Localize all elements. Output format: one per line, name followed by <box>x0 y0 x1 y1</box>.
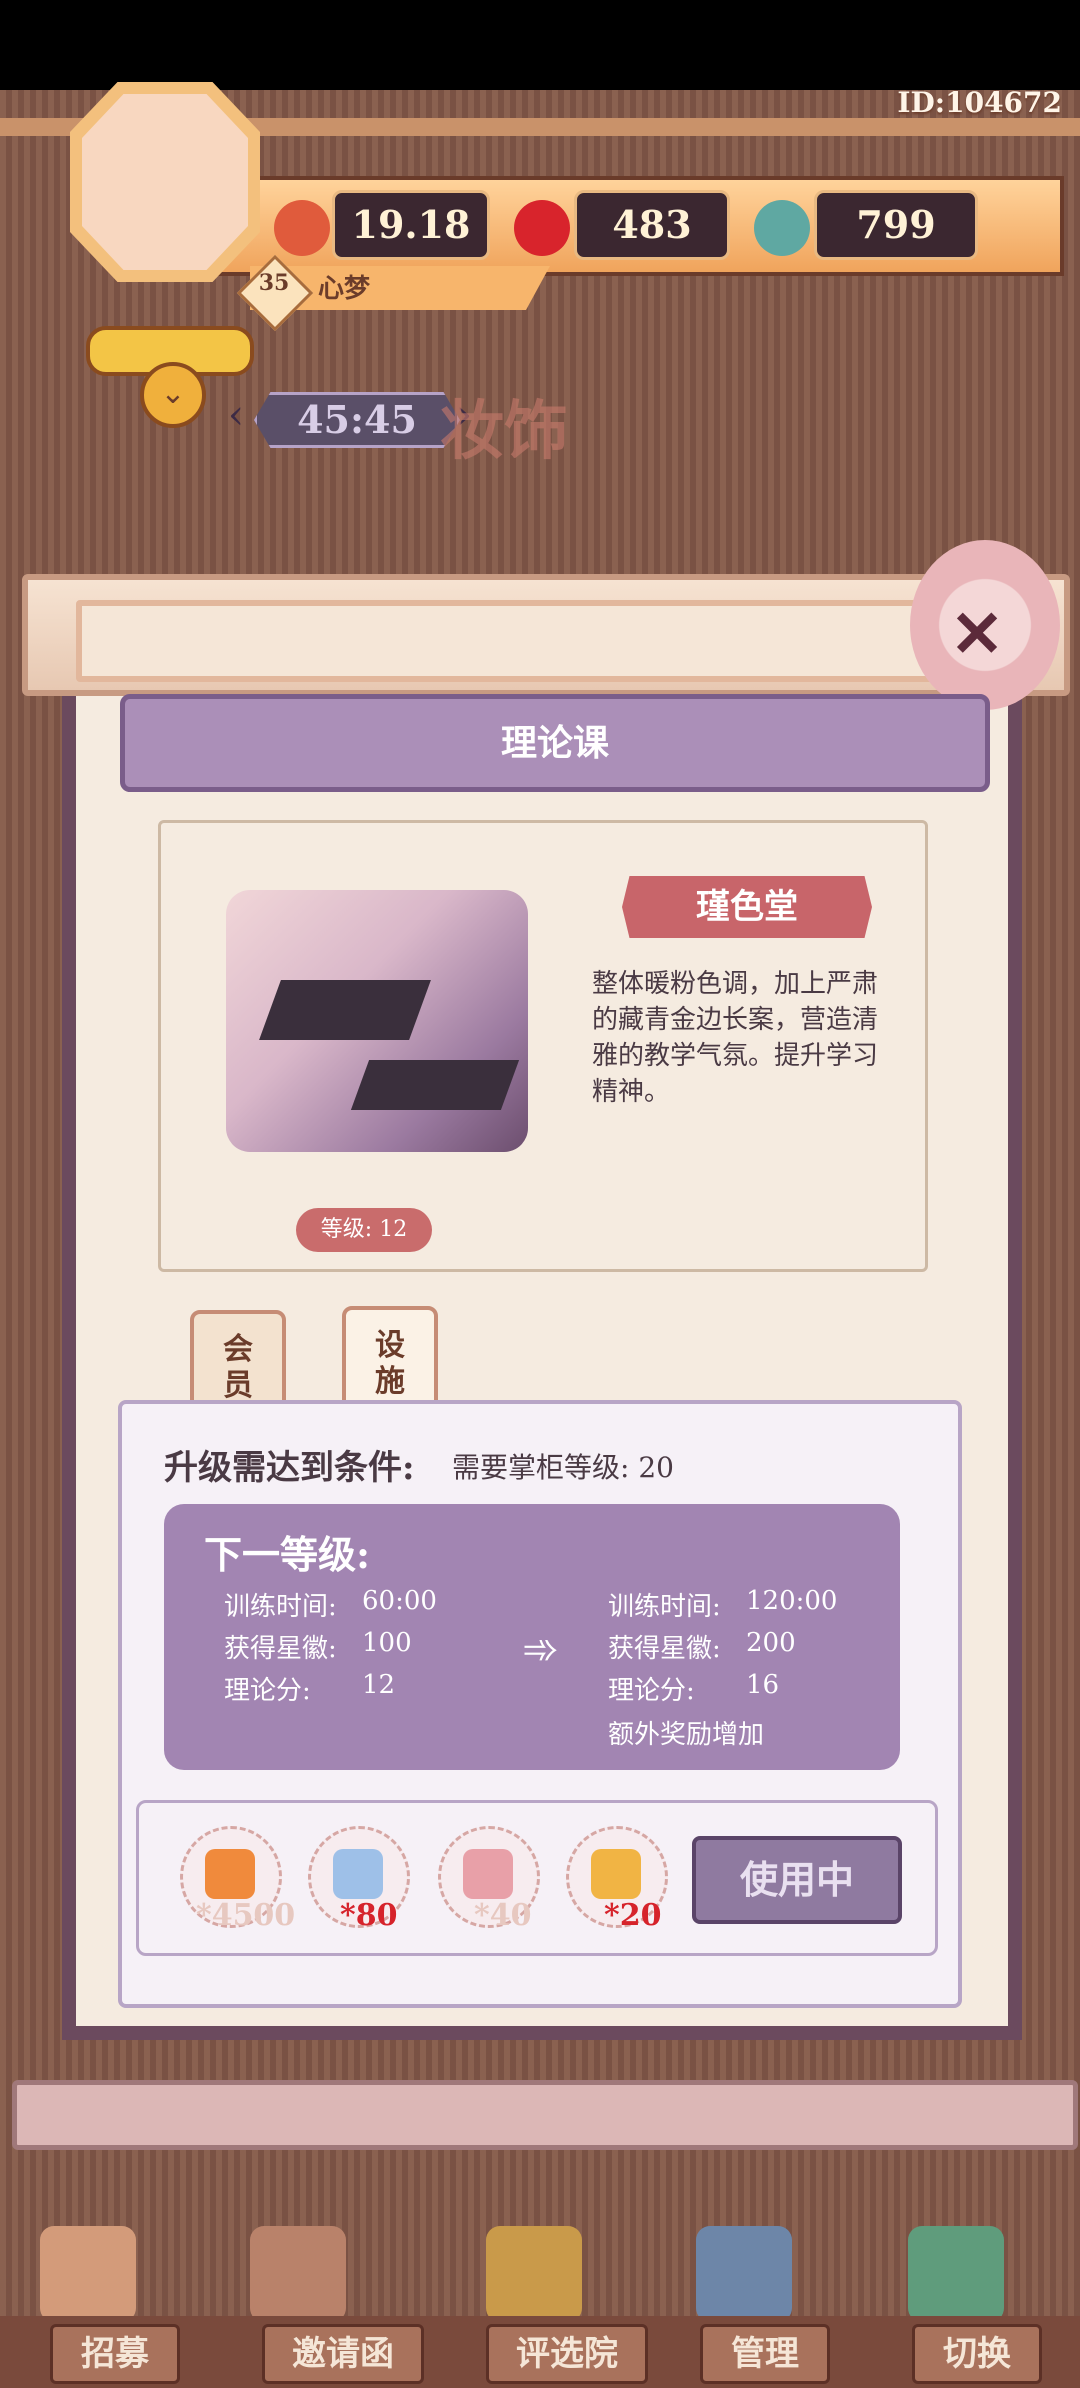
chevron-left-icon: ‹ <box>228 392 244 438</box>
player-level: 35 <box>258 270 290 296</box>
next-theory: 16 <box>746 1670 780 1700</box>
current-stars: 100 <box>362 1628 412 1658</box>
coins-value[interactable]: 19.18万 <box>332 190 490 311</box>
gem-icon <box>514 200 570 256</box>
nav-manage[interactable]: 管理 <box>700 2324 830 2384</box>
switch-icon[interactable] <box>908 2226 1004 2322</box>
recruit-icon[interactable] <box>40 2226 136 2322</box>
next-level-label: 下一等级: <box>204 1532 371 1577</box>
tab-facilities-label: 设施 <box>375 1328 405 1399</box>
next-stars-label: 获得星徽: <box>608 1634 721 1664</box>
current-stars-label: 获得星徽: <box>224 1634 337 1664</box>
next-train-time: 120:00 <box>746 1586 838 1616</box>
cost-value: *40 <box>474 1898 532 1933</box>
upgrade-condition-value: 需要掌柜等级: 20 <box>452 1451 674 1484</box>
cost-value: *4500 <box>196 1898 296 1933</box>
status-bar <box>0 0 1080 90</box>
panel-title: 理论课 <box>120 694 990 792</box>
facility-image-table <box>350 1060 520 1110</box>
upgrade-blue-icon <box>333 1849 383 1899</box>
upgrade-pink-icon <box>591 1849 641 1899</box>
manage-icon[interactable] <box>696 2226 792 2322</box>
chevron-down-icon[interactable]: ⌄ <box>140 362 206 428</box>
next-theory-label: 理论分: <box>608 1676 695 1706</box>
shell-icon <box>205 1849 255 1899</box>
invitation-icon[interactable] <box>250 2226 346 2322</box>
current-train-time-label: 训练时间: <box>224 1592 337 1622</box>
nav-invitation[interactable]: 邀请函 <box>262 2324 424 2384</box>
upgrade-condition-label: 升级需达到条件: <box>164 1448 415 1488</box>
extra-reward-text: 额外奖励增加 <box>608 1720 765 1750</box>
jade-value[interactable]: 799 <box>814 190 978 260</box>
coin-icon <box>274 200 330 256</box>
background-sign: 妆饰 <box>440 394 568 469</box>
facility-name: 瑾色堂 <box>622 876 872 938</box>
next-train-time-label: 训练时间: <box>608 1592 721 1622</box>
selection-hall-icon[interactable] <box>486 2226 582 2322</box>
panel-roof-inner <box>76 600 988 682</box>
avatar-portrait <box>82 94 248 270</box>
current-train-time: 60:00 <box>362 1586 437 1616</box>
close-icon[interactable]: ✕ <box>940 598 1014 672</box>
jade-icon <box>754 200 810 256</box>
next-stars: 200 <box>746 1628 796 1658</box>
nav-switch[interactable]: 切换 <box>912 2324 1042 2384</box>
facility-level: 等级: 12 <box>296 1208 432 1252</box>
use-button[interactable]: 使用中 <box>692 1836 902 1924</box>
facility-image-table <box>259 980 431 1040</box>
nav-selection-hall[interactable]: 评选院 <box>486 2324 648 2384</box>
player-id: ID:104672 <box>897 86 1062 119</box>
nav-recruit[interactable]: 招募 <box>50 2324 180 2384</box>
arrow-right-icon: ➾ <box>522 1624 559 1675</box>
facility-description: 整体暖粉色调，加上严肃的藏青金边长案，营造清雅的教学气氛。提升学习精神。 <box>592 969 879 1107</box>
player-name: 心梦 <box>318 274 371 304</box>
cost-value: *80 <box>340 1898 398 1933</box>
current-theory: 12 <box>362 1670 396 1700</box>
tab-members-label: 会员 <box>223 1332 253 1403</box>
panel-base <box>12 2080 1078 2150</box>
gems-value[interactable]: 483 <box>574 190 730 260</box>
avatar[interactable] <box>70 82 260 282</box>
upgrade-teal-icon <box>463 1849 513 1899</box>
timer: 45:45 <box>254 392 460 448</box>
cost-value: *20 <box>604 1898 662 1933</box>
current-theory-label: 理论分: <box>224 1676 311 1706</box>
